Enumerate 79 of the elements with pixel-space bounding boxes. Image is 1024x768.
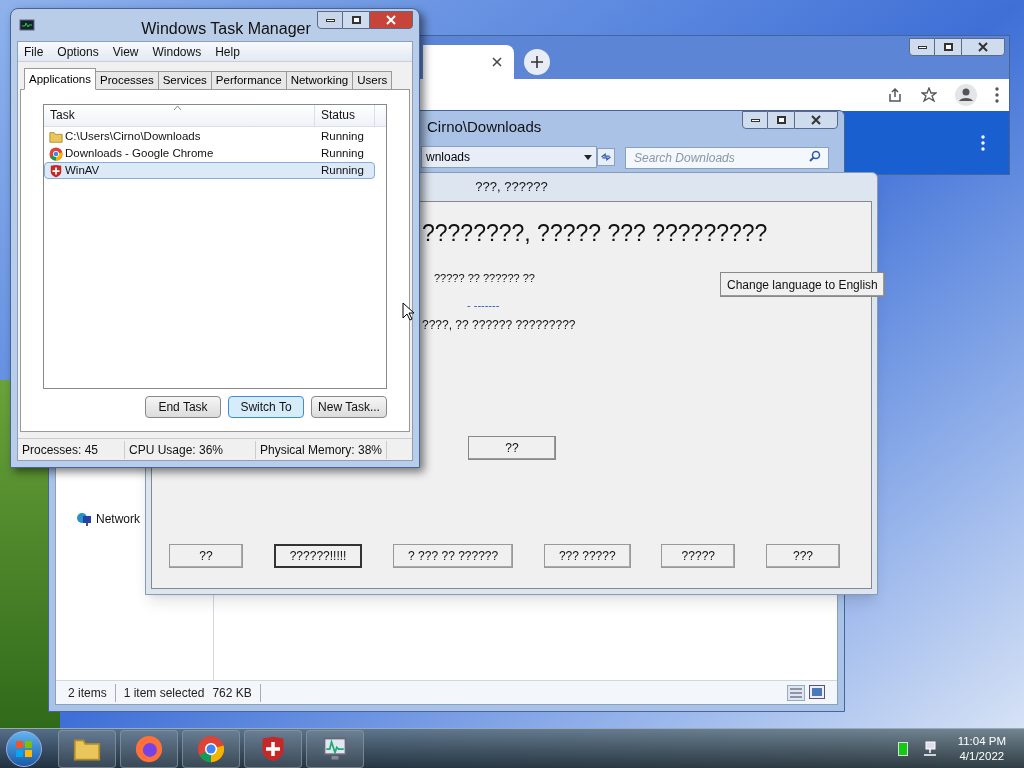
dialog-button[interactable]: ??????!!!!!	[273, 544, 363, 568]
selection-info: 1 item selected	[122, 684, 205, 702]
dialog-button[interactable]: ???	[766, 544, 840, 568]
dropdown-caret-icon	[584, 154, 592, 160]
window-title: Windows Task Manager	[141, 19, 311, 39]
dialog-button[interactable]: ?????	[661, 544, 736, 568]
clock[interactable]: 11:04 PM 4/1/2022	[951, 733, 1012, 764]
dashed-link[interactable]: - -------	[467, 296, 552, 313]
close-icon	[978, 42, 988, 52]
network-icon	[76, 511, 92, 527]
dialog-heading: ????????, ????? ??? ?????????	[422, 220, 769, 246]
search-field[interactable]: Search Downloads	[625, 147, 829, 169]
taskbar-button[interactable]	[182, 729, 240, 768]
network-icon[interactable]	[921, 740, 938, 757]
maximize-button[interactable]	[768, 111, 794, 129]
menu-item[interactable]: View	[106, 42, 145, 61]
close-icon[interactable]	[492, 57, 502, 67]
maximize-button[interactable]	[343, 11, 369, 29]
menu-item[interactable]: Options	[51, 42, 105, 61]
maximize-button[interactable]	[935, 38, 961, 56]
search-icon	[809, 150, 821, 162]
minimize-button[interactable]	[742, 111, 768, 129]
minimize-button[interactable]	[317, 11, 343, 29]
dialog-title: ???, ??????	[475, 178, 548, 197]
dialog-button[interactable]: ? ??? ?? ??????	[393, 544, 514, 568]
task-button[interactable]: New Task...	[311, 396, 387, 418]
task-button[interactable]: End Task	[145, 396, 221, 418]
address-bar[interactable]: wnloads	[421, 146, 597, 168]
refresh-icon[interactable]	[597, 148, 615, 166]
status-field: Processes: 45	[18, 440, 125, 459]
language-button[interactable]: Change language to English	[720, 272, 885, 297]
column-header[interactable]: Status	[315, 105, 375, 126]
folder-icon	[49, 129, 63, 144]
preview-pane-icon[interactable]	[809, 684, 825, 699]
plus-icon	[531, 56, 543, 68]
start-button[interactable]	[6, 730, 42, 767]
menu-item[interactable]: Help	[209, 42, 246, 61]
minimize-button[interactable]	[909, 38, 935, 56]
details-view-icon[interactable]	[787, 684, 805, 701]
kebab-menu-icon[interactable]	[981, 134, 985, 151]
battery-icon[interactable]	[897, 741, 908, 756]
task-row[interactable]: WinAV Running	[44, 162, 375, 179]
message-text: ????, ?? ?????? ?????????	[422, 317, 576, 333]
close-button[interactable]	[961, 38, 1005, 56]
column-header[interactable]: Task	[44, 105, 315, 126]
task-row[interactable]: C:\Users\Cirno\Downloads Running	[44, 128, 375, 145]
task-button[interactable]: Switch To	[228, 396, 304, 418]
share-icon[interactable]	[887, 87, 903, 103]
nav-item[interactable]: Network	[76, 510, 213, 528]
kebab-menu-icon[interactable]	[995, 87, 999, 103]
message-text: ????? ?? ?????? ??	[434, 271, 536, 286]
close-button[interactable]	[794, 111, 838, 129]
close-icon	[811, 115, 821, 125]
monitor-icon	[19, 19, 35, 33]
taskbar-button[interactable]	[244, 729, 302, 768]
menu-item[interactable]: Windows	[146, 42, 208, 61]
browser-icon	[49, 146, 63, 161]
status-field: CPU Usage: 36%	[125, 440, 256, 459]
close-icon	[386, 15, 396, 25]
tab[interactable]: Applications	[24, 68, 96, 90]
windows-logo-icon	[15, 739, 33, 758]
taskbar-button[interactable]	[306, 729, 364, 768]
dialog-button[interactable]: ??	[468, 436, 556, 460]
taskbar-button[interactable]	[58, 729, 116, 768]
star-icon[interactable]	[921, 87, 937, 103]
shield-icon	[49, 163, 63, 178]
fox-globe-icon	[135, 734, 163, 763]
profile-icon[interactable]	[955, 84, 977, 106]
status-field: Physical Memory: 38%	[256, 440, 388, 459]
item-count: 2 items	[68, 683, 116, 702]
dialog-button[interactable]: ??	[169, 544, 243, 568]
menu-item[interactable]: File	[18, 42, 50, 61]
dialog-button[interactable]: ??? ?????	[543, 544, 631, 568]
close-button[interactable]	[369, 11, 413, 29]
task-row[interactable]: Downloads - Google Chrome Running	[44, 145, 375, 162]
selection-size: 762 KB	[204, 683, 261, 702]
browser-icon	[197, 734, 225, 763]
new-tab-button[interactable]	[524, 49, 550, 75]
window-title: Cirno\Downloads	[427, 116, 542, 137]
